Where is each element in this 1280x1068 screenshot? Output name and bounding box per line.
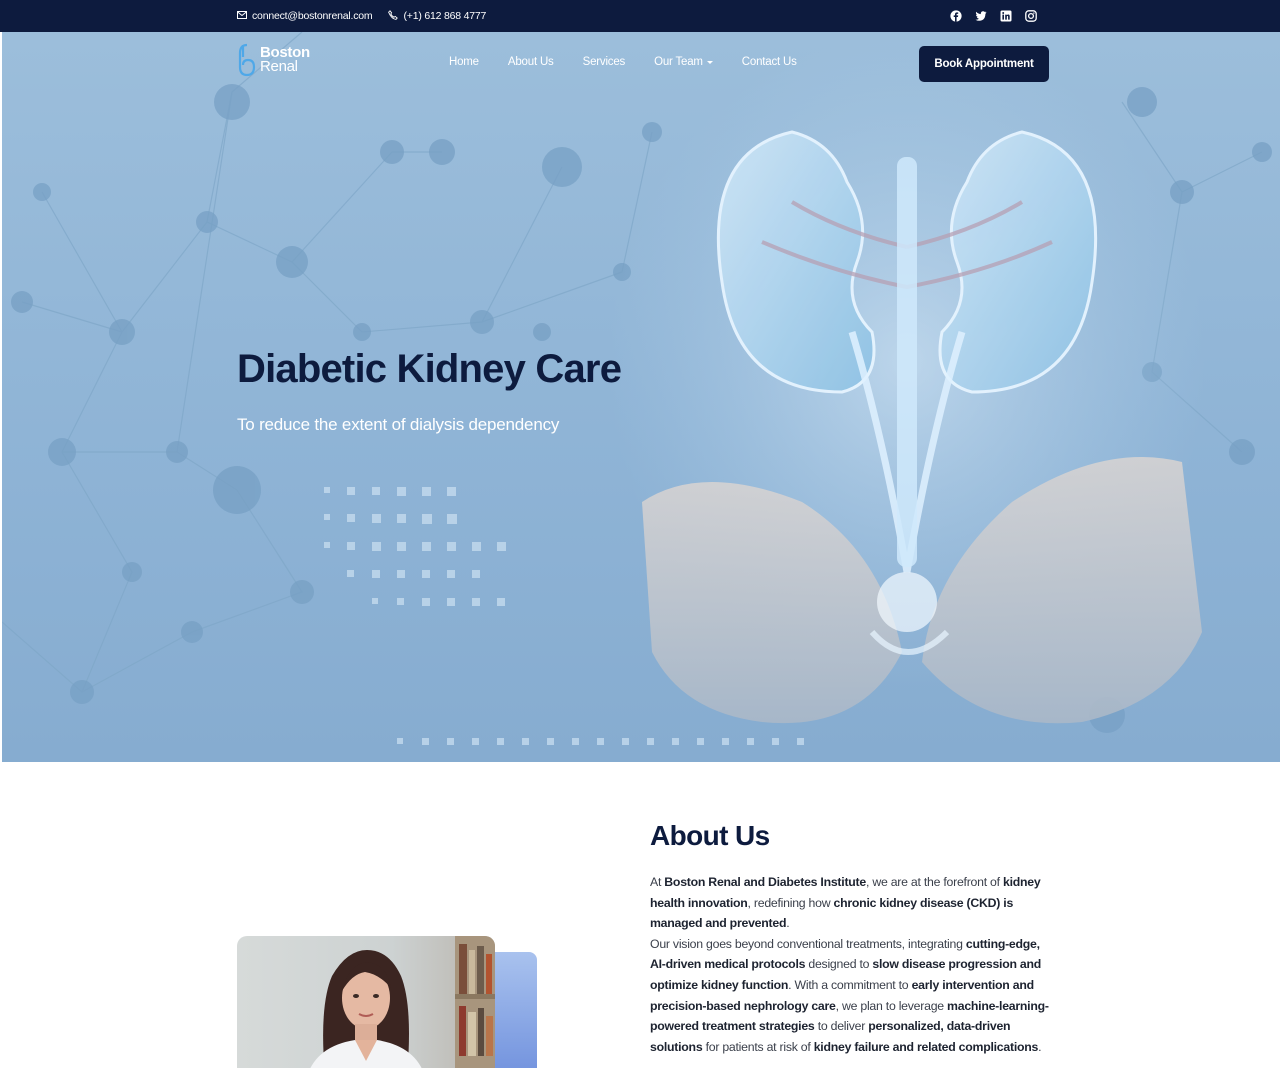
- book-appointment-button[interactable]: Book Appointment: [919, 46, 1049, 82]
- email-text: connect@bostonrenal.com: [252, 10, 373, 22]
- instagram-icon[interactable]: [1025, 10, 1037, 22]
- kidney-logo-icon: [238, 43, 256, 77]
- nav-item-our-team[interactable]: Our Team: [654, 56, 713, 68]
- nav-item-contact-us[interactable]: Contact Us: [742, 56, 797, 68]
- hero-background-illustration: [2, 32, 1272, 745]
- doctor-portrait-illustration: [310, 936, 495, 1068]
- nav-item-services[interactable]: Services: [583, 56, 626, 68]
- about-description: At Boston Renal and Diabetes Institute, …: [650, 875, 1049, 1054]
- twitter-icon[interactable]: [975, 10, 987, 22]
- hero-subtitle: To reduce the extent of dialysis depende…: [237, 415, 560, 434]
- nav-item-home[interactable]: Home: [449, 56, 479, 68]
- top-contact-bar: connect@bostonrenal.com (+1) 612 868 477…: [0, 0, 1280, 32]
- about-title: About Us: [650, 820, 770, 851]
- social-links: [950, 10, 1037, 22]
- brand-logo[interactable]: Boston Renal: [237, 43, 310, 77]
- caret-down-icon: [706, 60, 713, 64]
- phone-text: (+1) 612 868 4777: [403, 10, 487, 22]
- linkedin-icon[interactable]: [1000, 10, 1012, 22]
- facebook-icon[interactable]: [950, 10, 962, 22]
- mail-icon: [237, 10, 247, 23]
- nav-menu: Home About Us Services Our Team Contact …: [449, 56, 797, 68]
- hero-title: Diabetic Kidney Care: [237, 347, 622, 391]
- hero-banner: Boston Renal Home About Us Services Our …: [2, 32, 1280, 762]
- phone-icon: [388, 9, 399, 23]
- phone-link[interactable]: (+1) 612 868 4777: [388, 9, 487, 23]
- nav-item-about-us[interactable]: About Us: [508, 56, 554, 68]
- contact-info: connect@bostonrenal.com (+1) 612 868 477…: [237, 9, 487, 23]
- brand-wordmark: Boston Renal: [260, 45, 310, 75]
- brand-line2: Renal: [260, 58, 298, 75]
- email-link[interactable]: connect@bostonrenal.com: [237, 10, 373, 23]
- doctor-photo: [237, 936, 495, 1068]
- main-navbar: Boston Renal Home About Us Services Our …: [237, 43, 1049, 82]
